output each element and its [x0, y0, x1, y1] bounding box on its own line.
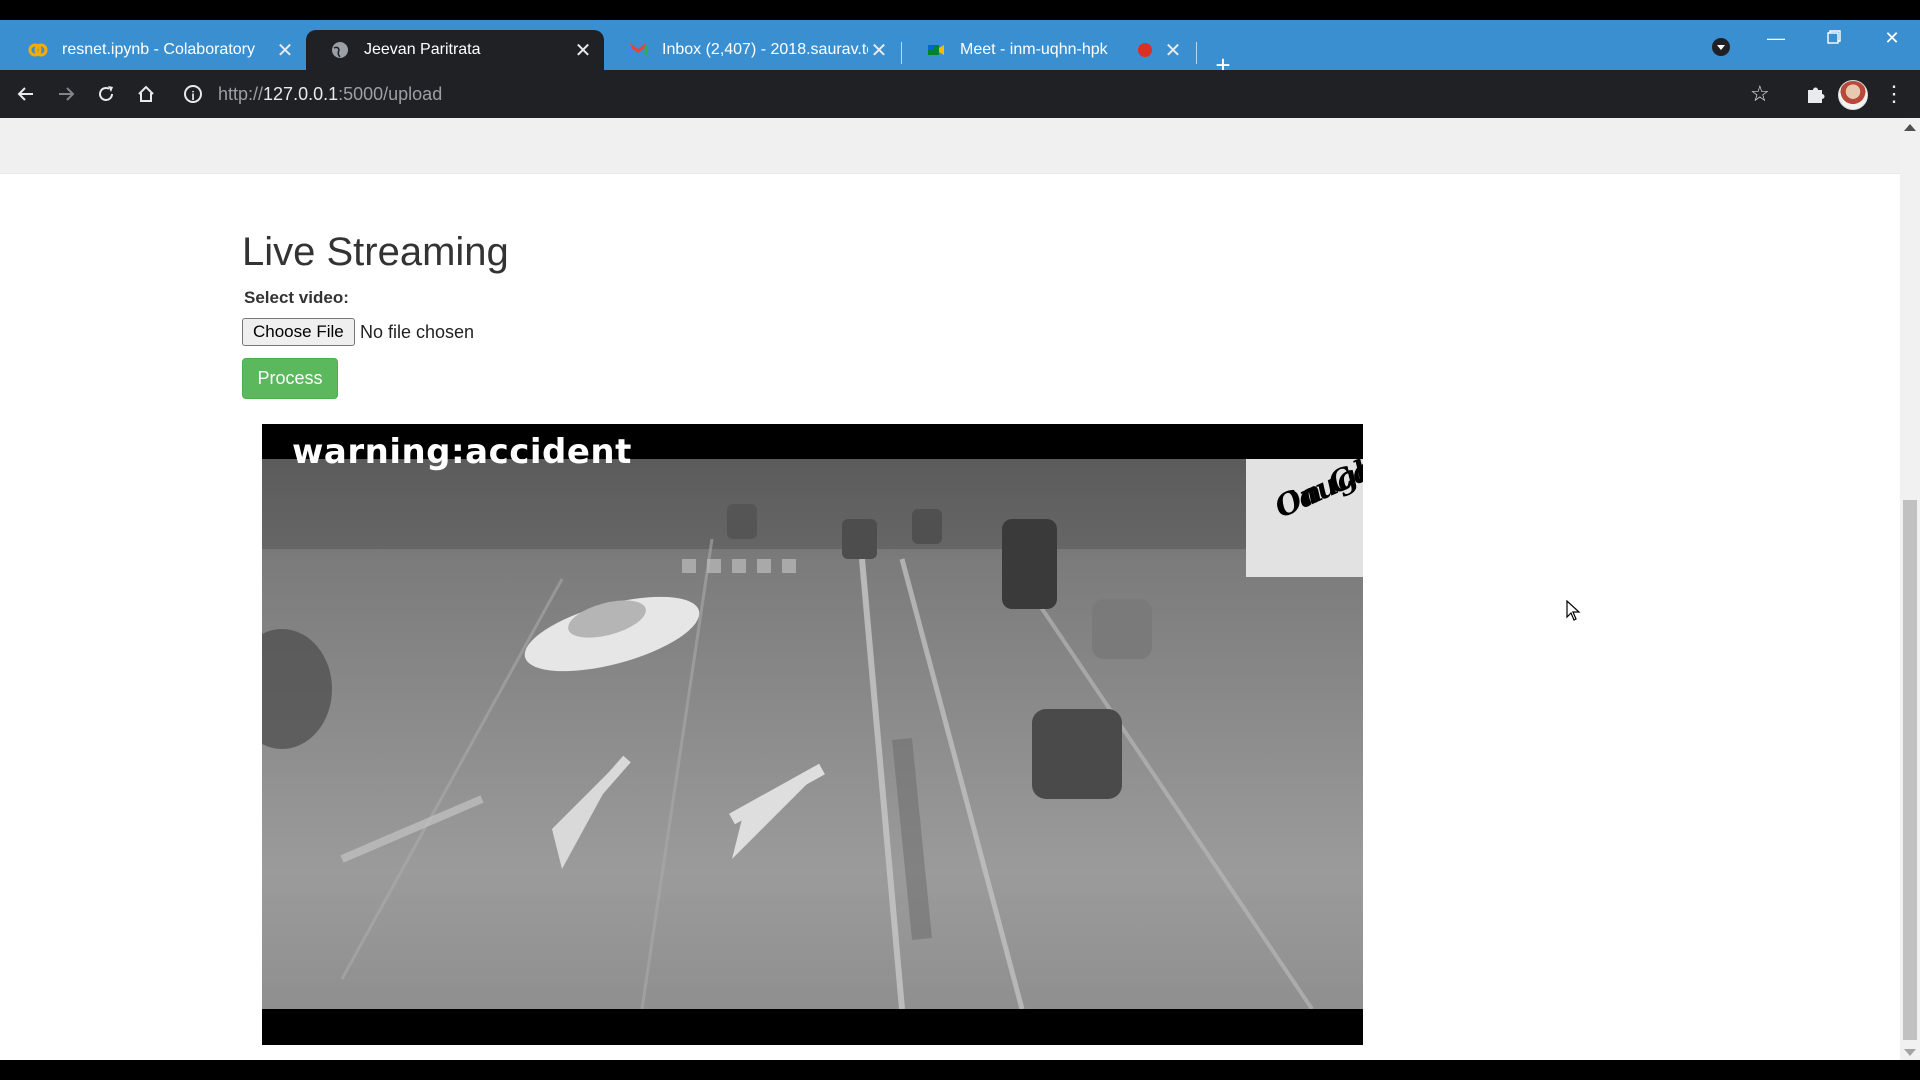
select-video-label: Select video: [244, 288, 349, 307]
tab-meet[interactable]: Meet - inm-uqhn-hpk ✕ [902, 30, 1194, 70]
tab-jeevan-paritrata[interactable]: Jeevan Paritrata ✕ [306, 30, 604, 70]
minimize-button[interactable]: — [1756, 26, 1796, 50]
profile-avatar[interactable] [1838, 80, 1868, 110]
colab-icon [28, 43, 48, 57]
forward-button[interactable] [50, 78, 82, 110]
close-tab-icon[interactable]: ✕ [572, 38, 594, 63]
globe-icon [332, 42, 348, 58]
tab-title: Inbox (2,407) - 2018.saurav.telge [662, 41, 868, 58]
bookmark-star-icon[interactable]: ☆ [1750, 78, 1770, 110]
extensions-button[interactable] [1800, 78, 1832, 110]
tab-colab[interactable]: resnet.ipynb - Colaboratory ✕ [4, 30, 306, 70]
reload-icon [99, 86, 113, 101]
home-icon [138, 85, 154, 102]
restore-button[interactable] [1814, 26, 1854, 50]
watermark-line-2: On Cam [1269, 459, 1363, 526]
meet-icon [928, 45, 944, 55]
video-frame: Caught On Cam [262, 459, 1363, 1009]
accident-warning-text: warning:accident [292, 432, 632, 472]
scroll-up-arrow-icon[interactable] [1904, 124, 1916, 131]
vertical-scrollbar[interactable] [1900, 118, 1920, 1060]
close-tab-icon[interactable]: ✕ [274, 38, 296, 63]
home-button[interactable] [130, 78, 162, 110]
gmail-icon [628, 43, 648, 56]
page-navbar [0, 118, 1900, 174]
close-tab-icon[interactable]: ✕ [868, 38, 890, 63]
file-status-text: No file chosen [360, 322, 475, 342]
tab-title: Jeevan Paritrata [364, 41, 481, 58]
restore-icon [1827, 30, 1841, 44]
screen-top-border [0, 0, 1920, 20]
recording-indicator-icon [1138, 43, 1152, 57]
url-text[interactable]: http://127.0.0.1:5000/upload [218, 84, 442, 105]
site-info-icon[interactable]: i [184, 85, 202, 103]
back-button[interactable] [10, 78, 42, 110]
browser-toolbar: i http://127.0.0.1:5000/upload ☆ ⋮ [0, 70, 1920, 118]
page-title: Live Streaming [242, 230, 509, 274]
caught-on-cam-watermark: Caught On Cam [1246, 459, 1363, 577]
reload-button[interactable] [90, 78, 122, 110]
puzzle-icon [1808, 87, 1825, 103]
tab-title: Meet - inm-uqhn-hpk [960, 41, 1108, 58]
url-path: :5000/upload [338, 83, 443, 104]
tab-search-icon[interactable] [1712, 38, 1730, 56]
tab-title: resnet.ipynb - Colaboratory [62, 41, 255, 58]
page-viewport: Live Streaming Select video: Choose File… [0, 118, 1920, 1060]
address-bar[interactable]: i http://127.0.0.1:5000/upload [176, 76, 1772, 112]
tab-gmail[interactable]: Inbox (2,407) - 2018.saurav.telge ✕ [604, 30, 900, 70]
back-arrow-icon [17, 87, 33, 101]
choose-file-button[interactable]: Choose File [242, 318, 355, 346]
browser-menu-icon[interactable]: ⋮ [1878, 78, 1910, 110]
scroll-down-arrow-icon[interactable] [1904, 1049, 1916, 1056]
mouse-cursor-icon [1566, 600, 1581, 621]
tab-separator [1196, 42, 1197, 64]
process-button[interactable]: Process [242, 358, 338, 399]
traffic-scene-image [262, 459, 1363, 1009]
close-tab-icon[interactable]: ✕ [1162, 38, 1184, 63]
tab-strip: resnet.ipynb - Colaboratory ✕ Jeevan Par… [0, 20, 1920, 80]
screen-bottom-border [0, 1060, 1920, 1080]
url-scheme: http:// [218, 83, 264, 104]
video-stream: Caught On Cam warning:accident [262, 424, 1363, 1045]
url-host: 127.0.0.1 [263, 83, 339, 104]
forward-arrow-icon [59, 87, 75, 101]
scrollbar-thumb[interactable] [1903, 500, 1917, 1040]
close-window-button[interactable]: ✕ [1872, 26, 1912, 50]
